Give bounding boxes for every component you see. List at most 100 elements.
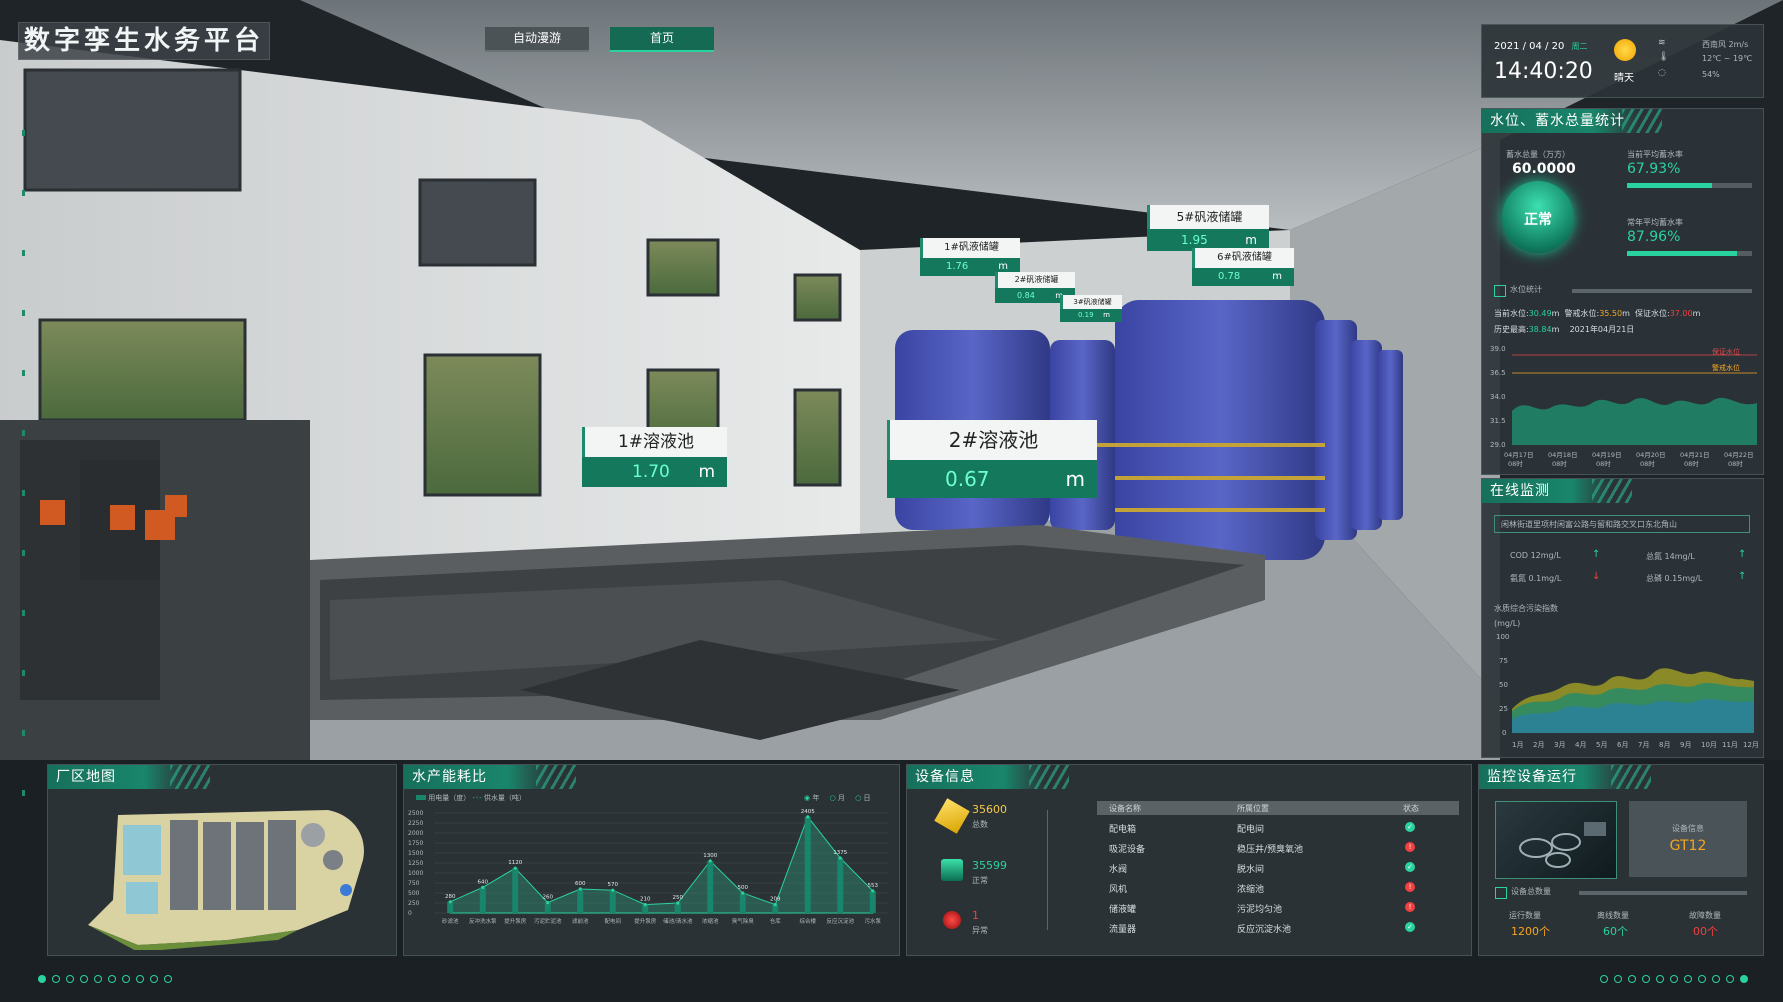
pager-dot[interactable] bbox=[1698, 975, 1706, 983]
pager-dot[interactable] bbox=[1628, 975, 1636, 983]
pager-dot[interactable] bbox=[1684, 975, 1692, 983]
pollution-chart: 100 75 50 25 0 1月 2月 3月 4月 5月 6月 7月 8月 9… bbox=[1496, 633, 1759, 749]
storage-value: 60.0000 bbox=[1512, 161, 1576, 177]
bar[interactable] bbox=[869, 890, 876, 913]
category-label: 砂滤池 bbox=[442, 917, 459, 925]
current-level-label: 当前水位: bbox=[1494, 309, 1529, 318]
pollution-chart-title: 水质综合污染指数 bbox=[1494, 604, 1558, 613]
period-month[interactable]: 月 bbox=[838, 794, 845, 802]
bar[interactable] bbox=[447, 901, 454, 913]
pager-dot[interactable] bbox=[136, 975, 144, 983]
point bbox=[676, 901, 680, 905]
month-tick: 10月 bbox=[1701, 741, 1717, 749]
status-ok-icon: ✓ bbox=[1405, 862, 1415, 872]
category-label: 污水泵 bbox=[864, 917, 881, 925]
bar[interactable] bbox=[577, 889, 584, 913]
y-tick: 2500 bbox=[408, 810, 423, 817]
label-solution-pool-1[interactable]: 1#溶液池 1.70 m bbox=[582, 427, 727, 487]
left-pager[interactable] bbox=[38, 975, 172, 983]
pager-dot[interactable] bbox=[94, 975, 102, 983]
radio-icon[interactable]: ○ bbox=[855, 794, 861, 802]
x-tick-hour: 08时 bbox=[1596, 459, 1611, 468]
label-alum-tank-1[interactable]: 1#矾液储罐 1.76 m bbox=[920, 238, 1020, 276]
home-tab[interactable]: 首页 bbox=[610, 27, 714, 52]
pager-dot[interactable] bbox=[80, 975, 88, 983]
energy-chart: 2500225020001750150012501000750500250028… bbox=[408, 809, 889, 925]
metric-total-nitrogen: 总氮 14mg/L bbox=[1646, 552, 1695, 561]
pager-dot[interactable] bbox=[150, 975, 158, 983]
label-alum-tank-3[interactable]: 3#矾液储罐 0.19 m bbox=[1060, 295, 1122, 322]
camera-preview bbox=[1519, 822, 1606, 868]
y-tick: 0 bbox=[1502, 729, 1506, 737]
device-row[interactable]: 风机 浓缩池! bbox=[1097, 879, 1429, 897]
pager-dot[interactable] bbox=[1642, 975, 1650, 983]
pager-dot[interactable] bbox=[1670, 975, 1678, 983]
bar[interactable] bbox=[739, 893, 746, 913]
pager-dot[interactable] bbox=[52, 975, 60, 983]
section-checkbox[interactable] bbox=[1495, 887, 1507, 899]
device-row[interactable]: 吸泥设备 稳压井/预臭氧池! bbox=[1097, 839, 1429, 857]
total-label: 总数 bbox=[972, 820, 988, 829]
energy-legend: 用电量（度） -◦- 供水量（吨） bbox=[416, 793, 526, 803]
device-name: 配电箱 bbox=[1109, 825, 1137, 835]
tag-unit: m bbox=[1065, 467, 1085, 491]
camera-thumbnail[interactable] bbox=[1495, 801, 1617, 879]
period-day[interactable]: 日 bbox=[864, 794, 871, 802]
pager-dot[interactable] bbox=[164, 975, 172, 983]
plant-map-panel: 厂区地图 bbox=[47, 764, 397, 956]
month-tick: 4月 bbox=[1575, 741, 1586, 749]
pager-dot[interactable] bbox=[1600, 975, 1608, 983]
current-level-row: 当前水位:30.49m 警戒水位:35.50m 保证水位:37.00m bbox=[1494, 308, 1700, 319]
bar[interactable] bbox=[707, 861, 714, 913]
device-row[interactable]: 流量器 反应沉淀水池 ✓ bbox=[1097, 919, 1429, 937]
y-tick: 50 bbox=[1499, 681, 1508, 689]
pager-dot[interactable] bbox=[1740, 975, 1748, 983]
point bbox=[838, 856, 842, 860]
pager-dot[interactable] bbox=[1656, 975, 1664, 983]
device-row[interactable]: 水阀 脱水间 ✓ bbox=[1097, 859, 1429, 877]
pager-dot[interactable] bbox=[122, 975, 130, 983]
label-alum-tank-5[interactable]: 5#矾液储罐 1.95 m bbox=[1147, 205, 1269, 251]
pager-dot[interactable] bbox=[38, 975, 46, 983]
bar[interactable] bbox=[512, 868, 519, 913]
col-status: 状态 bbox=[1403, 804, 1419, 813]
pager-dot[interactable] bbox=[108, 975, 116, 983]
location-field[interactable]: 闲林街道里项村闲富公路与留和路交叉口东北角山 bbox=[1494, 515, 1750, 533]
hist-label: 历史最高: bbox=[1494, 325, 1529, 334]
label-solution-pool-2[interactable]: 2#溶液池 0.67 m bbox=[887, 420, 1097, 498]
plant-map[interactable] bbox=[78, 790, 378, 950]
period-selector[interactable]: ◉ 年 ○ 月 ○ 日 bbox=[804, 793, 871, 803]
point bbox=[578, 887, 582, 891]
category-label: 储池/清水池 bbox=[663, 917, 693, 925]
bar[interactable] bbox=[479, 887, 486, 913]
auto-roam-button[interactable]: 自动漫游 bbox=[485, 27, 589, 52]
pager-dot[interactable] bbox=[1726, 975, 1734, 983]
metric-cod: COD 12mg/L bbox=[1510, 551, 1561, 560]
label-alum-tank-6[interactable]: 6#矾液储罐 0.78 m bbox=[1192, 248, 1294, 286]
fault-value: 00个 bbox=[1693, 925, 1718, 938]
bar[interactable] bbox=[609, 890, 616, 913]
radio-icon[interactable]: ◉ bbox=[804, 794, 810, 802]
guarantee-level-value: 37.00 bbox=[1669, 309, 1693, 318]
y-tick: 31.5 bbox=[1490, 417, 1506, 425]
pager-dot[interactable] bbox=[1712, 975, 1720, 983]
energy-panel: 水产能耗比 用电量（度） -◦- 供水量（吨） ◉ 年 ○ 月 ○ 日 2500… bbox=[403, 764, 900, 956]
bar[interactable] bbox=[837, 858, 844, 913]
hist-value: 38.84 bbox=[1528, 325, 1552, 334]
warn-level-label: 警戒水位: bbox=[1564, 309, 1600, 318]
month-tick: 3月 bbox=[1554, 741, 1565, 749]
pager-dot[interactable] bbox=[66, 975, 74, 983]
y-tick: 39.0 bbox=[1490, 345, 1506, 353]
col-name: 设备名称 bbox=[1109, 804, 1141, 813]
period-year[interactable]: 年 bbox=[812, 794, 819, 802]
right-pager[interactable] bbox=[1600, 975, 1748, 983]
pager-dot[interactable] bbox=[1614, 975, 1622, 983]
data-label: 280 bbox=[445, 894, 456, 900]
y-tick: 1500 bbox=[408, 850, 423, 857]
bar[interactable] bbox=[804, 816, 811, 913]
radio-icon[interactable]: ○ bbox=[830, 794, 836, 802]
warn-level-value: 35.50 bbox=[1599, 309, 1623, 318]
device-row[interactable]: 储液罐 污泥均匀池! bbox=[1097, 899, 1429, 917]
section-checkbox[interactable] bbox=[1494, 285, 1506, 297]
device-row[interactable]: 配电箱 配电间 ✓ bbox=[1097, 819, 1429, 837]
